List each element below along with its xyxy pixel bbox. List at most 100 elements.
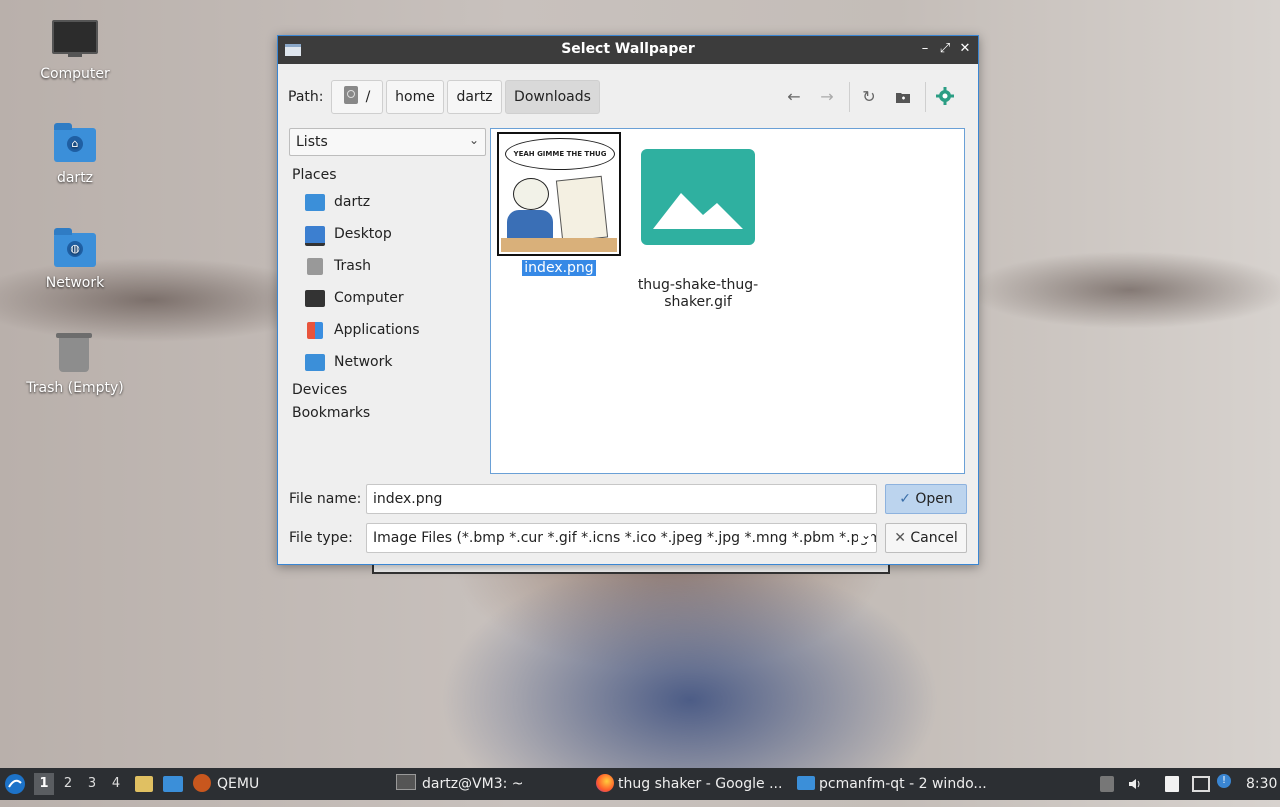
reload-icon[interactable]: ↻	[857, 86, 881, 108]
dialog-titlebar[interactable]: Select Wallpaper – ⤢ ✕	[278, 36, 978, 64]
breadcrumb-downloads[interactable]: Downloads	[505, 80, 600, 114]
view-mode-select[interactable]: Lists ⌄	[289, 128, 486, 156]
cancel-button-label: Cancel	[910, 530, 958, 546]
close-icon[interactable]: ✕	[956, 40, 974, 58]
file-type-select[interactable]: Image Files (*.bmp *.cur *.gif *.icns *.…	[366, 523, 877, 553]
task-firefox[interactable]: thug shaker - Google ...	[596, 768, 790, 800]
breadcrumb-label: Downloads	[514, 89, 591, 105]
breadcrumb-label: dartz	[456, 89, 493, 105]
sidebar-item-label: Desktop	[334, 226, 392, 242]
file-manager-launcher-icon[interactable]	[135, 776, 153, 792]
file-item-thug-shake-gif[interactable]: thug-shake-thug-shaker.gif	[633, 132, 763, 311]
task-label: QEMU	[217, 776, 260, 792]
breadcrumb-label: /	[365, 89, 371, 105]
select-wallpaper-dialog: Select Wallpaper – ⤢ ✕ Path: / home dart…	[277, 35, 979, 565]
sidebar-item-desktop[interactable]: Desktop	[289, 219, 486, 251]
notification-icon[interactable]: !	[1217, 774, 1231, 788]
workspace-3[interactable]: 3	[82, 773, 102, 795]
workspace-4[interactable]: 4	[106, 773, 126, 795]
breadcrumb-root[interactable]: /	[331, 80, 383, 114]
sidebar-item-computer[interactable]: Computer	[289, 283, 486, 315]
path-label: Path:	[288, 89, 324, 105]
network-status-icon[interactable]	[1192, 776, 1210, 792]
file-name-input[interactable]: index.png	[366, 484, 877, 514]
home-folder-icon: ⌂	[54, 123, 96, 162]
places-header[interactable]: Places	[289, 164, 486, 187]
maximize-icon[interactable]: ⤢	[936, 40, 954, 58]
task-pcmanfm[interactable]: pcmanfm-qt - 2 windo...	[797, 768, 997, 800]
desktop-icon-trash[interactable]: Trash (Empty)	[20, 332, 130, 396]
chevron-down-icon: ⌄	[857, 528, 871, 542]
sidebar-item-label: Computer	[334, 290, 404, 306]
breadcrumb-home[interactable]: home	[386, 80, 444, 114]
sidebar-item-dartz[interactable]: dartz	[289, 187, 486, 219]
file-type-label: File type:	[289, 530, 353, 546]
desktop-icon-computer[interactable]: Computer	[20, 18, 130, 82]
minimize-icon[interactable]: –	[916, 40, 934, 58]
dialog-title: Select Wallpaper	[561, 41, 695, 57]
sidebar-item-applications[interactable]: Applications	[289, 315, 486, 347]
open-button[interactable]: ✓ Open	[885, 484, 967, 514]
check-icon: ✓	[899, 491, 911, 507]
show-desktop-icon[interactable]	[163, 776, 183, 792]
speech-bubble: YEAH GIMME THE THUG SHAKER	[505, 138, 615, 170]
file-item-index-png[interactable]: YEAH GIMME THE THUG SHAKER index.png	[494, 132, 624, 276]
path-bar: Path: / home dartz Downloads ← → ↻	[288, 80, 968, 116]
open-button-label: Open	[915, 491, 953, 507]
bookmarks-header[interactable]: Bookmarks	[289, 402, 486, 425]
workspace-2[interactable]: 2	[58, 773, 78, 795]
breadcrumb-label: home	[395, 89, 435, 105]
clipboard-icon[interactable]	[1165, 776, 1179, 792]
applications-icon	[307, 322, 323, 339]
task-qemu[interactable]: QEMU	[193, 768, 383, 800]
file-name-label: File name:	[289, 491, 362, 507]
chevron-down-icon: ⌄	[468, 133, 479, 147]
cancel-button[interactable]: ✕ Cancel	[885, 523, 967, 553]
devices-header[interactable]: Devices	[289, 379, 486, 402]
sidebar-item-network[interactable]: Network	[289, 347, 486, 379]
computer-icon	[305, 290, 325, 307]
desktop-icon-label: Computer	[40, 66, 110, 82]
back-arrow-icon[interactable]: ←	[782, 86, 806, 108]
file-type-value: Image Files (*.bmp *.cur *.gif *.icns *.…	[373, 530, 877, 546]
file-view[interactable]: YEAH GIMME THE THUG SHAKER index.png thu…	[490, 128, 965, 474]
places-sidebar: Places dartz Desktop Trash Computer Appl…	[289, 164, 486, 425]
desktop-icon-label: dartz	[56, 170, 94, 186]
lubuntu-logo-icon	[5, 774, 25, 794]
desktop-icon-label: Network	[45, 275, 105, 291]
task-label: dartz@VM3: ~	[422, 776, 524, 792]
start-menu-button[interactable]	[4, 768, 28, 800]
breadcrumb-dartz[interactable]: dartz	[447, 80, 502, 114]
task-terminal[interactable]: dartz@VM3: ~	[396, 768, 586, 800]
sidebar-item-label: dartz	[334, 194, 371, 210]
home-folder-icon	[305, 194, 325, 211]
sidebar-item-trash[interactable]: Trash	[289, 251, 486, 283]
desktop-icon	[305, 226, 325, 246]
drive-icon	[343, 86, 358, 104]
desktop-icon-network[interactable]: ◍ Network	[20, 227, 130, 291]
qemu-icon	[193, 774, 211, 792]
file-name-label: index.png	[522, 260, 596, 276]
desktop-icon-dartz[interactable]: ⌂ dartz	[20, 122, 130, 186]
close-x-icon: ✕	[894, 530, 906, 546]
file-name-label: thug-shake-thug-shaker.gif	[637, 277, 759, 310]
computer-icon	[52, 20, 98, 54]
workspace-1[interactable]: 1	[34, 773, 54, 795]
eject-icon[interactable]	[1100, 776, 1114, 792]
forward-arrow-icon[interactable]: →	[815, 86, 839, 108]
network-folder-icon	[305, 354, 325, 371]
sidebar-item-label: Applications	[334, 322, 420, 338]
image-thumbnail: YEAH GIMME THE THUG SHAKER	[497, 132, 621, 256]
task-label: thug shaker - Google ...	[618, 776, 783, 792]
clock[interactable]: 8:30	[1246, 768, 1278, 800]
volume-icon[interactable]	[1127, 776, 1143, 792]
task-label: pcmanfm-qt - 2 windo...	[819, 776, 987, 792]
network-folder-icon: ◍	[54, 228, 96, 267]
new-folder-icon[interactable]	[891, 86, 915, 108]
firefox-icon	[596, 774, 614, 792]
sidebar-item-label: Network	[334, 354, 393, 370]
trash-icon	[307, 258, 323, 275]
folder-icon	[797, 776, 815, 790]
terminal-icon	[396, 774, 416, 790]
settings-gear-icon[interactable]	[933, 86, 957, 108]
